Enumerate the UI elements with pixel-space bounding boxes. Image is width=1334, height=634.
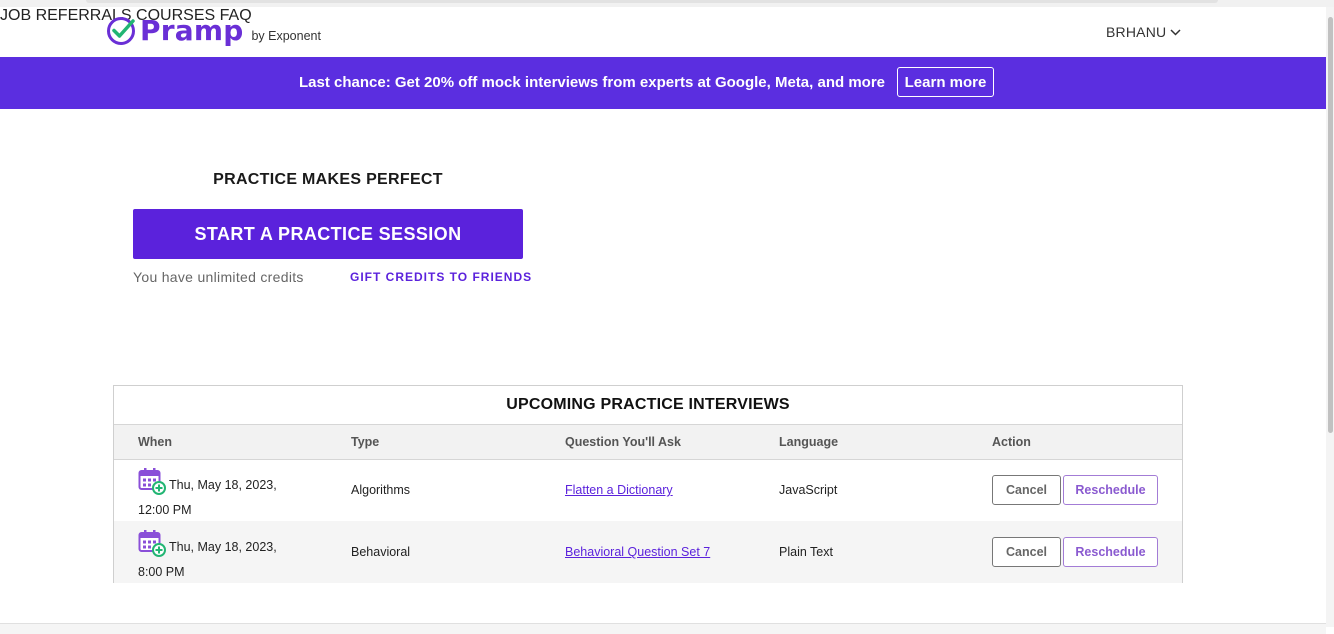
interview-time: 8:00 PM	[138, 565, 185, 579]
table-header: When Type Question You'll Ask Language A…	[114, 424, 1182, 460]
col-action: Action	[992, 435, 1031, 449]
upcoming-heading: UPCOMING PRACTICE INTERVIEWS	[506, 396, 790, 413]
learn-more-button[interactable]: Learn more	[897, 67, 994, 97]
col-type: Type	[351, 435, 380, 449]
interview-time: 12:00 PM	[138, 503, 192, 517]
promo-banner: Last chance: Get 20% off mock interviews…	[0, 57, 1326, 109]
reschedule-button[interactable]: Reschedule	[1063, 537, 1158, 567]
col-language: Language	[779, 435, 839, 449]
table-row: Thu, May 18, 2023, 12:00 PM Algorithms F…	[114, 459, 1182, 521]
calendar-add-icon[interactable]	[138, 529, 166, 557]
when-cell: Thu, May 18, 2023, 8:00 PM	[138, 529, 318, 585]
top-strip-pill	[86, 0, 1218, 3]
cancel-button[interactable]: Cancel	[992, 537, 1061, 567]
col-question: Question You'll Ask	[565, 435, 681, 449]
footer-divider	[0, 623, 1326, 634]
logo-byline: by Exponent	[251, 29, 321, 43]
cancel-button[interactable]: Cancel	[992, 475, 1061, 505]
col-when: When	[138, 435, 173, 449]
when-cell: Thu, May 18, 2023, 12:00 PM	[138, 467, 318, 523]
start-practice-button[interactable]: START A PRACTICE SESSION	[133, 209, 523, 259]
browser-top-strip	[0, 0, 1334, 7]
question-link[interactable]: Behavioral Question Set 7	[565, 545, 710, 559]
gift-credits-link[interactable]: GIFT CREDITS TO FRIENDS	[350, 270, 532, 284]
user-menu[interactable]: BRHANU	[1106, 24, 1181, 40]
interview-date: Thu, May 18, 2023,	[169, 478, 277, 492]
interview-language: JavaScript	[779, 483, 838, 497]
site-header: Pramp by Exponent JOB REFERRALS COURSES …	[0, 7, 1326, 57]
table-row: Thu, May 18, 2023, 8:00 PM Behavioral Be…	[114, 521, 1182, 583]
page-scrollbar[interactable]	[1326, 7, 1334, 627]
user-name: BRHANU	[1106, 24, 1167, 40]
calendar-add-icon[interactable]	[138, 467, 166, 495]
interview-type: Behavioral	[351, 545, 411, 559]
credits-text: You have unlimited credits	[133, 269, 304, 285]
interview-language: Plain Text	[779, 545, 833, 559]
interview-type: Algorithms	[351, 483, 411, 497]
pramp-logo[interactable]: Pramp by Exponent	[106, 16, 321, 46]
logo-wordmark: Pramp	[140, 14, 244, 47]
interview-date: Thu, May 18, 2023,	[169, 540, 277, 554]
reschedule-button[interactable]: Reschedule	[1063, 475, 1158, 505]
question-link[interactable]: Flatten a Dictionary	[565, 483, 673, 497]
upcoming-interviews-panel: UPCOMING PRACTICE INTERVIEWS When Type Q…	[113, 385, 1183, 583]
logo-check-icon	[107, 17, 135, 45]
scrollbar-thumb[interactable]	[1328, 17, 1333, 433]
practice-heading: PRACTICE MAKES PERFECT	[213, 171, 443, 188]
chevron-down-icon	[1170, 28, 1181, 36]
promo-text: Last chance: Get 20% off mock interviews…	[299, 74, 885, 91]
